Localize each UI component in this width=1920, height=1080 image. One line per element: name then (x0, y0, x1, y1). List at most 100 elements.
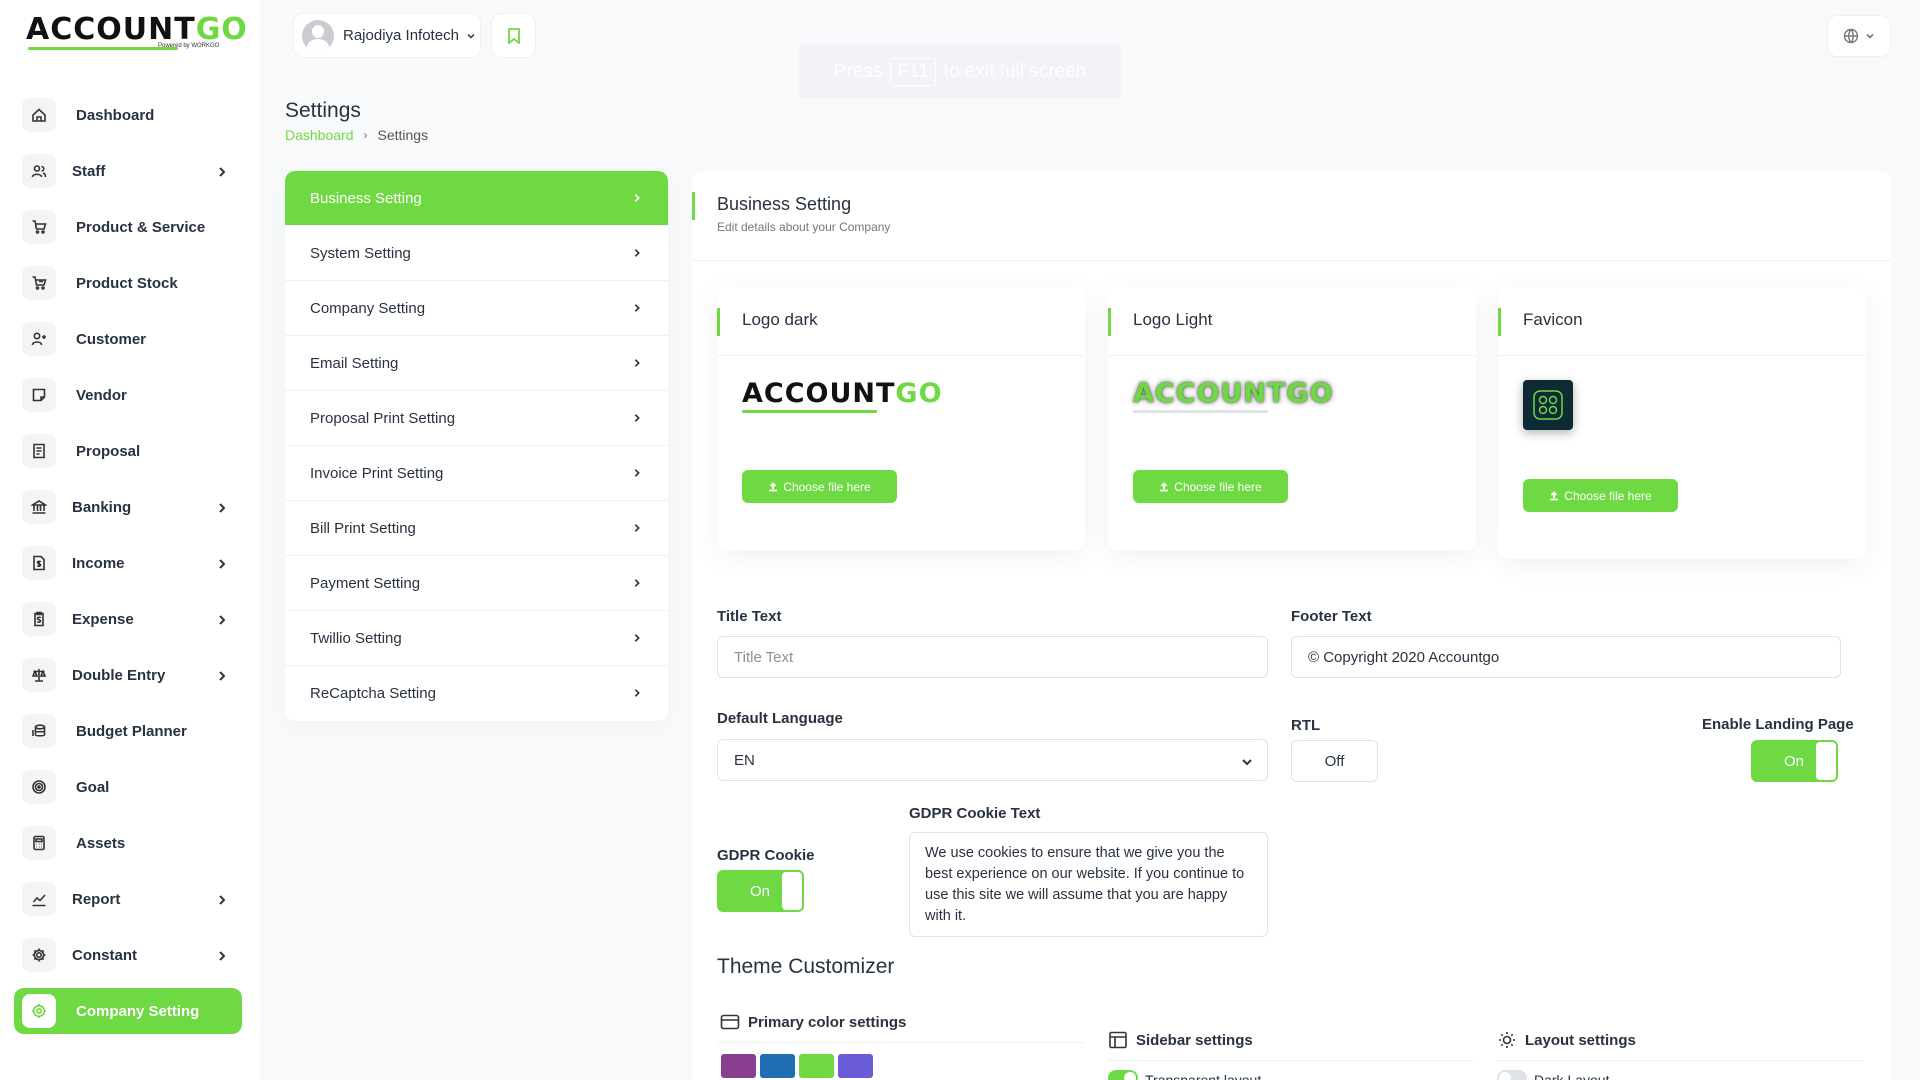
settings-menu-label: Payment Setting (310, 574, 421, 592)
settings-menu-system-setting[interactable]: System Setting (285, 226, 668, 281)
color-swatch-blue[interactable] (760, 1054, 795, 1078)
settings-menu-payment-setting[interactable]: Payment Setting (285, 556, 668, 611)
chevron-right-icon (216, 669, 228, 681)
sidebar-item-report[interactable]: Report (14, 876, 242, 922)
favicon-choose-button[interactable]: Choose file here (1523, 479, 1678, 512)
sidebar-item-customer[interactable]: Customer (14, 316, 242, 362)
breadcrumb-home-link[interactable]: Dashboard (285, 127, 354, 143)
sidebar-item-goal[interactable]: Goal (14, 764, 242, 810)
title-text-input[interactable]: Title Text (717, 636, 1268, 678)
sidebar-item-vendor[interactable]: Vendor (14, 372, 242, 418)
chevron-right-icon (216, 557, 228, 569)
sidebar-item-label: Report (72, 890, 121, 908)
settings-menu-twillio-setting[interactable]: Twillio Setting (285, 611, 668, 666)
sidebar-item-double-entry[interactable]: Double Entry (14, 652, 242, 698)
sidebar-item-banking[interactable]: Banking (14, 484, 242, 530)
accountgo-logo[interactable]: ACCOUNTGO Powered by WORKGO (26, 14, 247, 54)
user-menu[interactable]: Rajodiya Infotech (293, 13, 481, 58)
globe-icon (1843, 28, 1859, 44)
color-swatch-purple[interactable] (721, 1054, 756, 1078)
sidebar-item-assets[interactable]: Assets (14, 820, 242, 866)
settings-menu-label: Company Setting (310, 299, 426, 317)
sidebar-item-label: Customer (76, 330, 147, 348)
chevron-down-icon (467, 33, 475, 39)
sidebar-item-label: Company Setting (76, 1002, 200, 1020)
sidebar-item-label: Banking (72, 498, 132, 516)
sidebar-item-proposal[interactable]: Proposal (14, 428, 242, 474)
sidebar: ACCOUNTGO Powered by WORKGO Dashboard Sta… (0, 0, 260, 1080)
sidebar-item-budget-planner[interactable]: Budget Planner (14, 708, 242, 754)
gdpr-cookie-textarea[interactable]: We use cookies to ensure that we give yo… (909, 832, 1268, 937)
sidebar-item-label: Constant (72, 946, 137, 964)
user-name: Rajodiya Infotech (343, 27, 459, 44)
chevron-right-icon (632, 245, 642, 262)
favicon-panel: Favicon Choose file here (1498, 287, 1866, 559)
chevron-right-icon (216, 501, 228, 513)
chevron-right-icon (632, 630, 642, 647)
color-swatch-violet[interactable] (838, 1054, 873, 1078)
rtl-toggle[interactable]: Off (1291, 740, 1378, 782)
sidebar-item-expense[interactable]: Expense (14, 596, 242, 642)
sidebar-item-company-setting[interactable]: Company Setting (14, 988, 242, 1034)
transparent-layout-toggle[interactable] (1108, 1070, 1138, 1080)
breadcrumb-separator-icon: › (363, 128, 368, 142)
logo-light-label: Logo Light (1133, 310, 1213, 329)
page-title: Settings (285, 99, 361, 122)
sidebar-item-constant[interactable]: Constant (14, 932, 242, 978)
chevron-right-icon (632, 465, 642, 482)
settings-menu-proposal-print-setting[interactable]: Proposal Print Setting (285, 391, 668, 446)
sidebar-item-label: Staff (72, 162, 106, 180)
gdpr-cookie-toggle[interactable]: On (717, 870, 804, 912)
logo-light-panel: Logo Light ACCOUNTGO Choose file here (1108, 287, 1476, 550)
default-language-label: Default Language (717, 710, 843, 727)
sidebar-item-label: Product Stock (76, 274, 178, 292)
gdpr-cookie-text-label: GDPR Cookie Text (909, 805, 1041, 822)
logo-dark-panel: Logo dark ACCOUNTGO Choose file here (717, 287, 1085, 550)
upload-icon (1160, 481, 1169, 491)
landing-page-toggle[interactable]: On (1751, 740, 1838, 782)
footer-text-input[interactable]: © Copyright 2020 Accountgo (1291, 636, 1841, 678)
sidebar-item-staff[interactable]: Staff (14, 148, 242, 194)
sidebar-item-income[interactable]: Income (14, 540, 242, 586)
language-button[interactable] (1827, 15, 1891, 57)
chevron-down-icon (1866, 33, 1874, 39)
chevron-right-icon (216, 613, 228, 625)
breadcrumb-current: Settings (377, 127, 429, 143)
sun-icon (1499, 1032, 1515, 1048)
sidebar-item-dashboard[interactable]: Dashboard (14, 92, 242, 138)
fullscreen-hint: Press F11 to exit full screen (799, 45, 1121, 98)
chart-line-icon (22, 882, 56, 916)
gear-icon (22, 938, 56, 972)
card-title: Business Setting (717, 194, 852, 214)
breadcrumb: Dashboard › Settings (285, 127, 428, 143)
layout-icon (1109, 1031, 1127, 1049)
settings-menu-company-setting[interactable]: Company Setting (285, 281, 668, 336)
primary-color-settings: Primary color settings (720, 1013, 906, 1031)
logo-dark-choose-button[interactable]: Choose file here (742, 470, 897, 503)
sidebar-settings: Sidebar settings (1108, 1031, 1253, 1049)
dark-layout-toggle[interactable] (1497, 1070, 1527, 1080)
chevron-right-icon (632, 190, 642, 207)
sidebar-item-product-service[interactable]: Product & Service (14, 204, 242, 250)
settings-menu-email-setting[interactable]: Email Setting (285, 336, 668, 391)
cart-icon (22, 210, 56, 244)
color-swatch-green[interactable] (799, 1054, 834, 1078)
settings-menu-recaptcha-setting[interactable]: ReCaptcha Setting (285, 666, 668, 721)
sidebar-item-label: Goal (76, 778, 110, 796)
bookmark-button[interactable] (491, 13, 536, 58)
default-language-select[interactable]: EN (717, 739, 1268, 781)
avatar (302, 19, 334, 52)
chevron-right-icon (632, 410, 642, 427)
logo-light-choose-button[interactable]: Choose file here (1133, 470, 1288, 503)
rtl-label: RTL (1291, 717, 1321, 734)
home-icon (22, 98, 56, 132)
settings-menu-business-setting[interactable]: Business Setting (285, 171, 668, 226)
settings-menu-bill-print-setting[interactable]: Bill Print Setting (285, 501, 668, 556)
settings-menu-invoice-print-setting[interactable]: Invoice Print Setting (285, 446, 668, 501)
sidebar-item-label: Budget Planner (76, 722, 187, 740)
layout-settings: Layout settings (1497, 1031, 1636, 1049)
clipboard-icon (22, 602, 56, 636)
sidebar-item-product-stock[interactable]: Product Stock (14, 260, 242, 306)
chevron-right-icon (216, 949, 228, 961)
favicon-preview (1523, 380, 1573, 430)
